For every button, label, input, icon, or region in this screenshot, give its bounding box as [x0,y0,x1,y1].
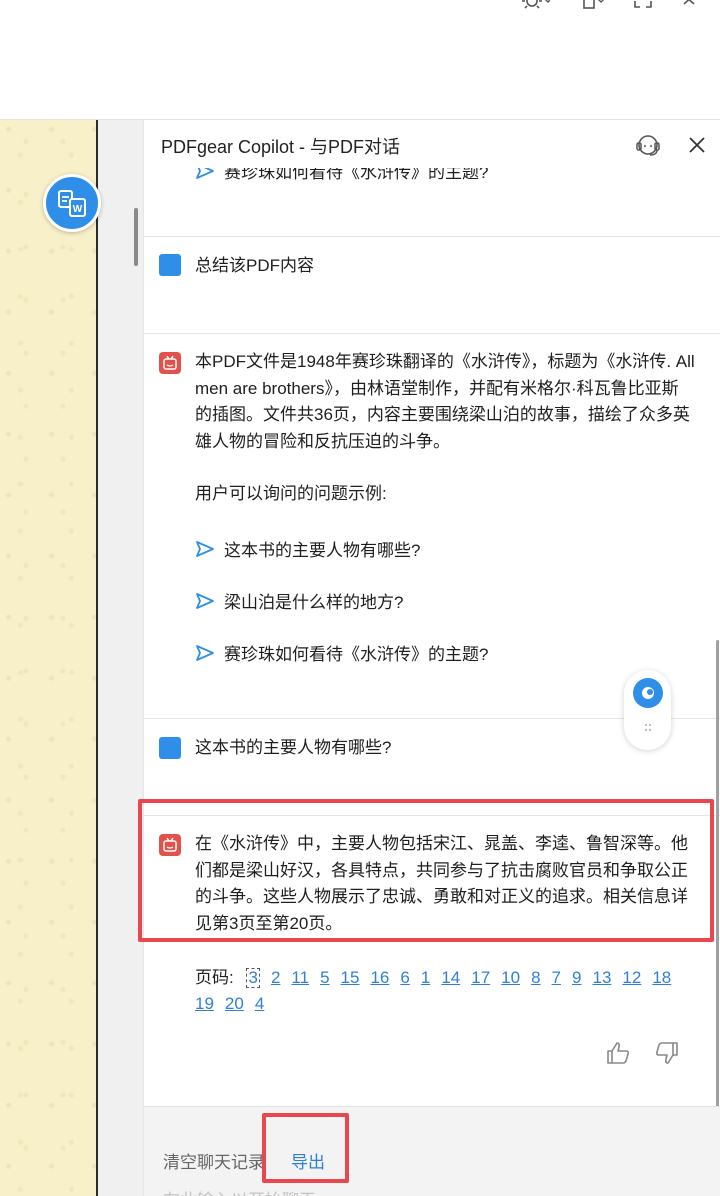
page-link[interactable]: 5 [320,965,329,991]
page-link[interactable]: 8 [531,965,540,991]
send-arrow-icon [195,592,215,610]
clear-history-button[interactable]: 清空聊天记录 [163,1148,265,1173]
convert-word-icon: W [58,190,86,217]
floating-assistant-widget[interactable] [624,670,671,750]
chat-footer: 清空聊天记录 导出 在此输入以开始聊天 [144,1106,720,1196]
convert-to-word-button[interactable]: W [43,174,101,232]
page-link[interactable]: 15 [341,965,360,991]
page-link[interactable]: 14 [441,965,460,991]
drag-handle-icon[interactable] [643,720,653,731]
svg-text:W: W [73,204,83,215]
send-arrow-icon [195,540,215,558]
page-layout-icon[interactable] [578,0,612,16]
page-link[interactable]: 13 [592,965,611,991]
page-link[interactable]: 1 [421,965,430,991]
panel-title: PDFgear Copilot - 与PDF对话 [161,137,401,157]
chat-history[interactable]: 赛珍珠如何看待《水浒传》的主题? 总结该PDF内容 本PDF文件是1948年赛珍… [144,120,720,1106]
pdfgear-logo-icon [632,678,663,708]
support-button[interactable] [633,130,663,160]
ai-message: 本PDF文件是1948年赛珍珠翻译的《水浒传》，标题为《水浒传. All men… [195,349,695,455]
fullscreen-icon[interactable] [626,0,660,16]
user-message: 总结该PDF内容 [195,256,314,275]
send-arrow-icon [195,644,215,662]
page-link[interactable]: 9 [572,965,581,991]
suggestion-text: 这本书的主要人物有哪些? [224,541,421,560]
export-button[interactable]: 导出 [291,1148,325,1173]
divider [144,815,720,816]
document-viewer[interactable]: W [0,120,143,1196]
page-link[interactable]: 11 [291,965,309,991]
page-link[interactable]: 6 [400,965,409,991]
suggestion-item[interactable]: 这本书的主要人物有哪些? [195,536,420,561]
headset-icon [636,135,660,156]
page-link[interactable]: 16 [370,965,389,991]
chat-scrollbar[interactable] [716,640,719,1110]
ai-message: 在《水浒传》中，主要人物包括宋江、晁盖、李逵、鲁智深等。他们都是梁山好汉，各具特… [195,831,695,937]
copilot-panel: 赛珍珠如何看待《水浒传》的主题? 总结该PDF内容 本PDF文件是1948年赛珍… [143,120,720,1196]
page-link[interactable]: 4 [255,991,264,1017]
user-avatar [159,737,181,759]
page-link[interactable]: 7 [552,965,561,991]
page-link[interactable]: 10 [501,965,520,991]
brightness-icon[interactable] [518,0,552,16]
close-window-icon[interactable] [674,0,708,16]
suggestion-text: 赛珍珠如何看待《水浒传》的主题? [224,645,489,664]
bot-icon [163,355,177,370]
panel-header: PDFgear Copilot - 与PDF对话 [144,120,720,168]
page-link[interactable]: 19 [195,991,214,1017]
chat-input-placeholder[interactable]: 在此输入以开始聊天 [163,1186,316,1196]
thumbs-down-icon [655,1042,678,1064]
examples-heading: 用户可以询问的问题示例: [195,484,387,503]
divider [144,236,720,237]
thumbs-down-button[interactable] [651,1038,681,1068]
page-link[interactable]: 12 [622,965,641,991]
page-link[interactable]: 2 [271,965,280,991]
user-message: 这本书的主要人物有哪些? [195,738,392,757]
divider [144,333,720,334]
ai-avatar [159,352,181,374]
page-link[interactable]: 20 [225,991,244,1017]
suggestion-item[interactable]: 赛珍珠如何看待《水浒传》的主题? [195,640,488,665]
page-link-list: 3 2 11 5 15 16 6 1 14 17 10 8 7 9 13 12 1819 20 4 [195,968,682,1013]
ai-avatar [159,834,181,856]
thumbs-up-icon [607,1042,630,1064]
document-page [0,120,98,1196]
close-panel-button[interactable] [682,130,712,160]
bot-icon [163,837,177,852]
page-link[interactable]: 18 [652,965,671,991]
page-link[interactable]: 3 [246,968,260,988]
app-toolbar [0,0,720,120]
ai-message-text: 本PDF文件是1948年赛珍珠翻译的《水浒传》，标题为《水浒传. All men… [195,352,695,451]
page-link[interactable]: 17 [471,965,490,991]
suggestion-item[interactable]: 梁山泊是什么样的地方? [195,588,403,613]
thumbs-up-button[interactable] [604,1038,634,1068]
page-references: 页码: 3 2 11 5 15 16 6 1 14 17 10 8 7 9 13 12 18 19 20 4 [195,965,695,1017]
user-avatar [159,254,181,276]
document-scrollbar[interactable] [134,208,138,266]
ai-message-text: 在《水浒传》中，主要人物包括宋江、晁盖、李逵、鲁智深等。他们都是梁山好汉，各具特… [195,834,688,933]
close-icon [689,137,705,153]
pages-label: 页码: [195,968,234,987]
suggestion-text: 梁山泊是什么样的地方? [224,593,404,612]
